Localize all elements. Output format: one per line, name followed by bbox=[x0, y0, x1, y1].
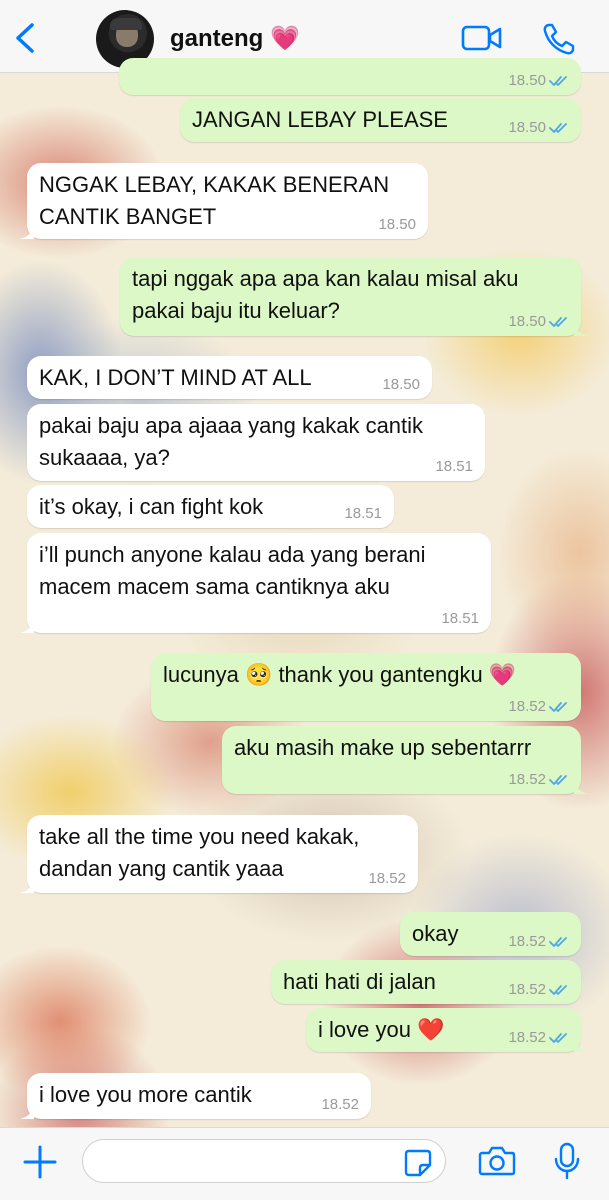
incoming-message[interactable]: i’ll punch anyone kalau ada yang berani … bbox=[20, 533, 491, 633]
bubble-tail bbox=[20, 879, 34, 893]
phone-icon[interactable] bbox=[542, 22, 576, 56]
bubble-tail bbox=[20, 225, 34, 239]
incoming-message[interactable]: take all the time you need kakak, dandan… bbox=[20, 815, 418, 893]
message-text: lucunya 🥺 thank you gantengku 💗 bbox=[163, 662, 517, 687]
message-meta: 18.50 bbox=[508, 120, 569, 136]
outgoing-message[interactable]: tapi nggak apa apa kan kalau misal aku p… bbox=[120, 257, 588, 336]
message-time: 18.50 bbox=[378, 216, 416, 233]
message-time: 18.50 bbox=[508, 72, 546, 89]
double-check-icon bbox=[549, 76, 567, 86]
outgoing-message[interactable]: JANGAN LEBAY PLEASE 18.50 bbox=[180, 98, 581, 142]
message-text: pakai baju apa ajaaa yang kakak cantik s… bbox=[39, 413, 424, 470]
incoming-message[interactable]: NGGAK LEBAY, KAKAK BENERAN CANTIK BANGET… bbox=[20, 163, 428, 239]
double-check-icon bbox=[549, 1033, 567, 1043]
outgoing-message[interactable]: aku masih make up sebentarrr 18.52 bbox=[222, 726, 588, 794]
outgoing-message[interactable]: 18.50 bbox=[119, 58, 581, 95]
outgoing-message[interactable]: okay 18.52 bbox=[400, 912, 581, 956]
incoming-message[interactable]: KAK, I DON’T MIND AT ALL 18.50 bbox=[27, 356, 432, 399]
incoming-message[interactable]: i love you more cantik 18.52 bbox=[20, 1073, 371, 1119]
message-time: 18.52 bbox=[321, 1096, 359, 1113]
double-check-icon bbox=[549, 317, 567, 327]
camera-icon[interactable] bbox=[478, 1145, 516, 1177]
message-meta: 18.52 bbox=[508, 982, 569, 998]
message-meta: 18.51 bbox=[441, 611, 479, 627]
message-meta: 18.52 bbox=[508, 699, 569, 715]
message-text: i’ll punch anyone kalau ada yang berani … bbox=[39, 542, 426, 599]
input-bar bbox=[0, 1127, 609, 1200]
message-meta: 18.51 bbox=[344, 506, 382, 522]
microphone-icon[interactable] bbox=[553, 1142, 581, 1180]
message-meta: 18.50 bbox=[382, 377, 420, 393]
message-meta: 18.52 bbox=[508, 934, 569, 950]
message-text: i love you more cantik bbox=[39, 1082, 252, 1107]
message-meta: 18.52 bbox=[508, 1030, 569, 1046]
message-time: 18.52 bbox=[508, 933, 546, 950]
message-time: 18.52 bbox=[368, 870, 406, 887]
bubble-tail bbox=[20, 619, 34, 633]
outgoing-message[interactable]: lucunya 🥺 thank you gantengku 💗 18.52 bbox=[151, 653, 581, 721]
message-time: 18.52 bbox=[508, 698, 546, 715]
message-time: 18.50 bbox=[508, 119, 546, 136]
message-meta: 18.51 bbox=[435, 459, 473, 475]
message-meta: 18.52 bbox=[321, 1097, 359, 1113]
message-meta: 18.50 bbox=[508, 314, 569, 330]
message-time: 18.52 bbox=[508, 981, 546, 998]
message-text: tapi nggak apa apa kan kalau misal aku p… bbox=[132, 266, 519, 323]
contact-name[interactable]: ganteng 💗 bbox=[170, 24, 300, 53]
bubble-tail bbox=[574, 1038, 588, 1052]
message-text: take all the time you need kakak, dandan… bbox=[39, 824, 360, 881]
message-time: 18.51 bbox=[435, 458, 473, 475]
message-time: 18.51 bbox=[441, 610, 479, 627]
avatar-cap bbox=[110, 18, 142, 30]
bubble-tail bbox=[20, 1105, 34, 1119]
message-text: NGGAK LEBAY, KAKAK BENERAN CANTIK BANGET bbox=[39, 172, 390, 229]
incoming-message[interactable]: pakai baju apa ajaaa yang kakak cantik s… bbox=[27, 404, 485, 481]
message-time: 18.50 bbox=[382, 376, 420, 393]
message-time: 18.50 bbox=[508, 313, 546, 330]
message-time: 18.51 bbox=[344, 505, 382, 522]
double-check-icon bbox=[549, 937, 567, 947]
message-time: 18.52 bbox=[508, 771, 546, 788]
message-text: KAK, I DON’T MIND AT ALL bbox=[39, 365, 312, 390]
message-meta: 18.50 bbox=[378, 217, 416, 233]
bubble-tail bbox=[574, 780, 588, 794]
double-check-icon bbox=[549, 985, 567, 995]
message-text: it’s okay, i can fight kok bbox=[39, 494, 264, 519]
incoming-message[interactable]: it’s okay, i can fight kok 18.51 bbox=[27, 485, 394, 528]
sticker-icon[interactable] bbox=[404, 1149, 432, 1177]
message-meta: 18.52 bbox=[508, 772, 569, 788]
bubble-tail bbox=[574, 322, 588, 336]
double-check-icon bbox=[549, 775, 567, 785]
message-input[interactable] bbox=[82, 1139, 446, 1183]
chevron-left-icon[interactable] bbox=[12, 22, 38, 54]
message-text: aku masih make up sebentarrr bbox=[234, 735, 532, 760]
message-time: 18.52 bbox=[508, 1029, 546, 1046]
message-meta: 18.52 bbox=[368, 871, 406, 887]
outgoing-message[interactable]: hati hati di jalan 18.52 bbox=[271, 960, 581, 1004]
plus-icon[interactable] bbox=[22, 1144, 58, 1180]
video-call-icon[interactable] bbox=[461, 24, 503, 52]
message-meta: 18.50 bbox=[508, 73, 569, 89]
outgoing-message[interactable]: i love you ❤️ 18.52 bbox=[306, 1008, 588, 1052]
double-check-icon bbox=[549, 123, 567, 133]
double-check-icon bbox=[549, 702, 567, 712]
